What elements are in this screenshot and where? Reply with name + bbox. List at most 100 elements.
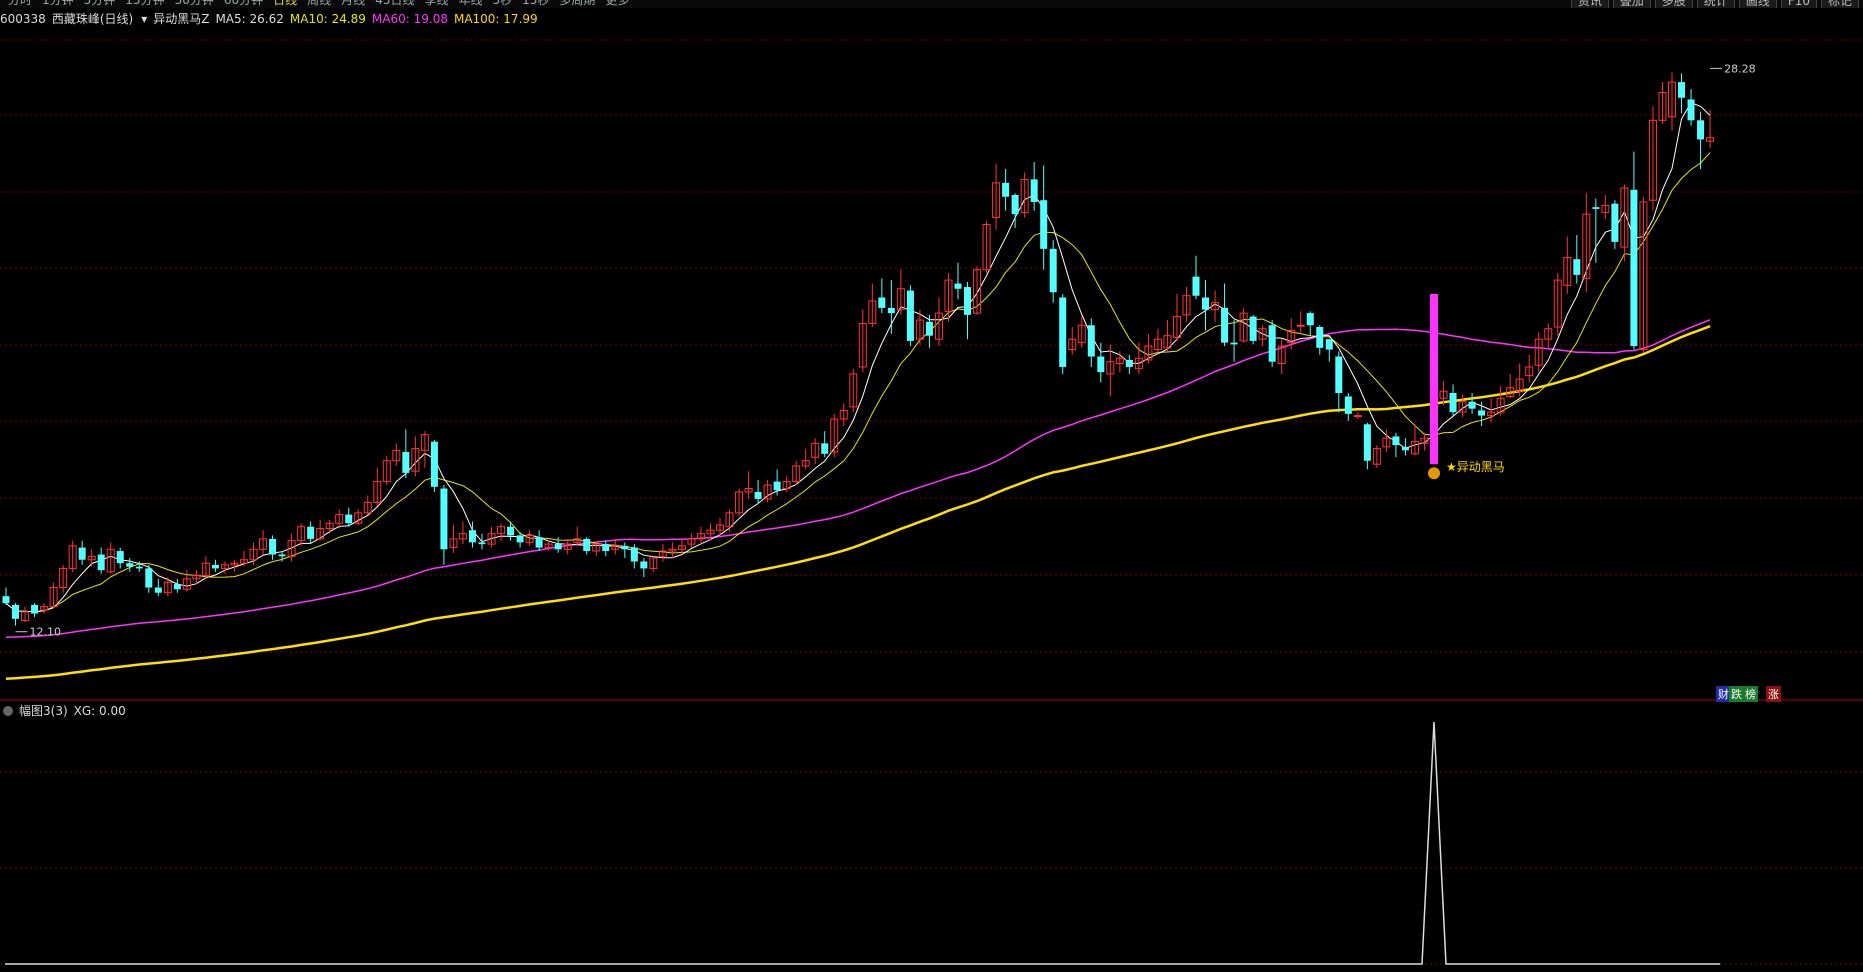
candle-body [278,554,286,557]
candle [754,479,762,505]
candle [458,521,467,545]
candle [1020,172,1029,218]
candle [1172,294,1181,341]
candle-body [31,604,39,614]
candle [725,509,734,532]
candle [297,523,306,546]
candle-body [621,545,629,550]
candle [1182,287,1191,322]
candle-body [154,587,162,593]
candle [78,540,86,565]
candle [1192,255,1200,300]
candle-body [878,297,886,308]
candle [1040,165,1048,270]
candle [68,540,77,572]
candle [440,485,448,565]
candle-body [440,488,448,550]
candle [1534,332,1543,373]
candle [868,283,877,327]
candle [1506,373,1515,399]
candle [1515,363,1524,397]
candle [507,521,515,541]
sub-panel-bar: 幅图3(3) XG: 0.00 [0,702,132,718]
candle-body [1097,356,1105,373]
candle [116,547,124,569]
candle [97,547,105,574]
signal-icon [1428,467,1440,480]
candle-body [583,538,591,552]
candle-body [2,596,10,604]
price-chart[interactable]: ★异动黑马 28.28 12.10 [0,0,1863,972]
candle-body [1011,195,1019,215]
candle-body [1192,276,1200,296]
candle [31,603,39,618]
candle [649,556,658,572]
badge-zhang[interactable]: 涨 [1766,686,1781,702]
candle [821,431,829,458]
candle [1611,200,1619,249]
candle-body [1344,396,1352,414]
candle [59,564,68,593]
candle-body [468,530,476,543]
panel-menu-icon[interactable] [3,706,13,716]
candle-body [126,563,134,567]
candle [1087,318,1095,367]
candle [269,535,277,560]
candle-body [1316,327,1324,348]
candle-body [211,564,219,569]
candle [1030,162,1038,211]
candle-body [1030,179,1038,202]
candle [87,549,96,567]
candle-body [602,544,610,552]
badge-bang[interactable]: 榜 [1743,686,1758,702]
candle-body [1230,342,1238,345]
candle [878,278,886,314]
candle [354,509,363,525]
candle [12,603,20,626]
candle [1401,438,1409,456]
candle-body [1296,324,1305,327]
candle-body [1611,203,1619,242]
candle [1249,314,1257,345]
candle-body [507,526,515,536]
candle [1544,323,1553,348]
grid-lines [0,39,1863,965]
candle-body [1478,410,1486,416]
ma10-line [5,152,1711,613]
candle [449,525,458,553]
candle [1392,432,1400,458]
candle [744,471,753,499]
candle [1239,307,1248,343]
candle-body [821,443,829,454]
candle [1002,168,1010,211]
candle-body [1401,446,1409,451]
candle [307,521,315,545]
candle-body [1687,99,1695,121]
candle-body [1335,356,1343,393]
signal-label: ★异动黑马 [1446,460,1505,474]
candle [1639,196,1648,354]
candle [1648,106,1657,211]
candle [906,285,914,347]
candle [839,403,848,426]
candle [182,570,191,591]
candle [849,368,858,413]
candle [830,413,839,458]
candle [1620,184,1629,261]
candle [1221,283,1229,347]
candle [763,479,772,503]
candle [1525,354,1534,383]
candle [259,530,268,555]
candle-body [630,547,638,562]
candle [602,540,610,557]
sub-panel-name[interactable]: 幅图3(3) [19,704,68,718]
candle [2,587,10,605]
candle [735,488,744,517]
candle [211,559,219,572]
candle [163,577,172,597]
candle [373,467,382,506]
candle-body [307,526,315,539]
candle [1316,325,1324,355]
badge-die[interactable]: 跌 [1729,686,1744,702]
candle-body [345,514,353,524]
